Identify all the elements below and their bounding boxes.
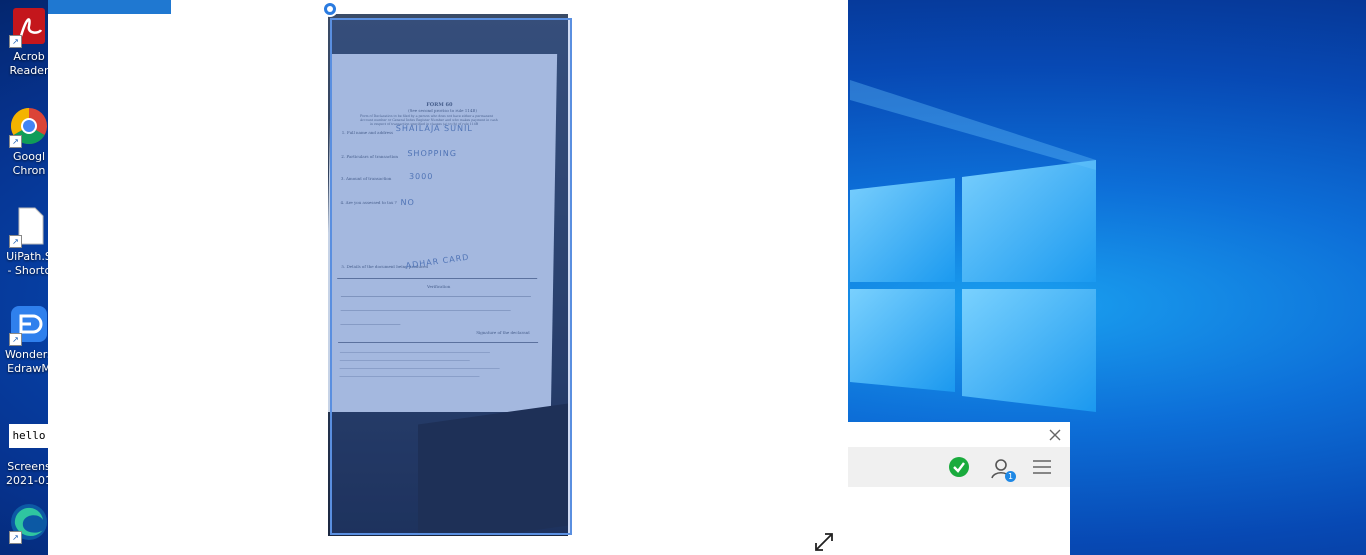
chrome-icon: ↗ [9,106,49,148]
close-icon[interactable] [1046,426,1064,444]
image-thumbnail-icon: hello [9,424,49,448]
shortcut-arrow-icon: ↗ [9,333,22,346]
shortcut-arrow-icon: ↗ [9,135,22,148]
file-icon: ↗ [9,206,49,248]
shortcut-arrow-icon: ↗ [9,531,22,544]
app-panel-window: 1 [848,422,1070,555]
edrawmax-icon: ↗ [9,304,49,346]
shortcut-arrow-icon: ↗ [9,35,22,48]
notification-badge: 1 [1005,471,1016,482]
status-ok-icon [949,457,969,477]
crop-handle[interactable] [322,1,338,17]
shortcut-arrow-icon: ↗ [9,235,22,248]
crop-selection-box[interactable] [330,18,572,535]
account-button[interactable]: 1 [990,456,1016,482]
hamburger-menu-icon[interactable] [1032,458,1052,476]
acrobat-icon: ↗ [9,6,49,48]
image-viewer-window: FORM 60 (See second proviso to rule 114B… [48,0,848,555]
edge-icon: ↗ [9,502,49,544]
expand-icon[interactable] [812,530,836,554]
window-title-tab[interactable] [48,0,171,14]
